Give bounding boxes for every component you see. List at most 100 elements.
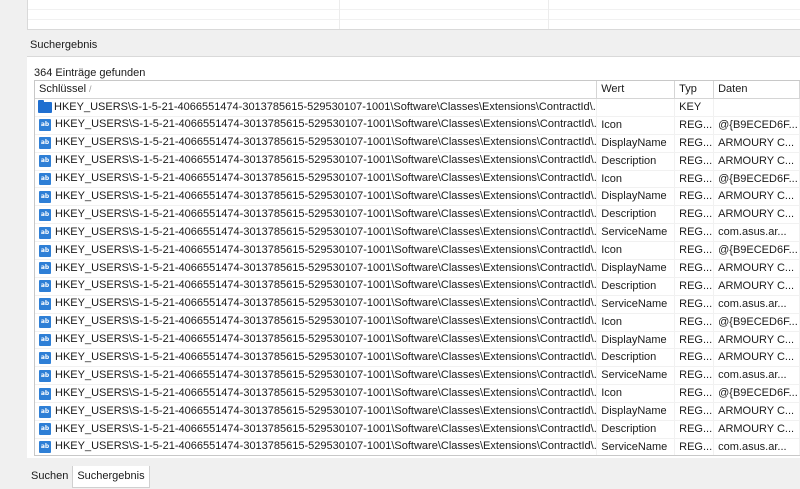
cell-type: REG... [675, 224, 715, 242]
key-path: HKEY_USERS\S-1-5-21-4066551474-301378561… [55, 136, 598, 149]
column-header-type[interactable]: Typ [675, 81, 715, 99]
cell-data: @{B9ECED6F... [714, 385, 800, 403]
cell-value: Description [597, 421, 676, 438]
cell-key: ab HKEY_USERS\S-1-5-21-4066551474-3013785… [35, 260, 598, 277]
registry-value-icon: ab [39, 226, 51, 239]
key-path: HKEY_USERS\S-1-5-21-4066551474-301378561… [55, 422, 598, 435]
table-row[interactable]: ab HKEY_USERS\S-1-5-21-4066551474-3013785… [35, 116, 800, 135]
table-row[interactable]: ab HKEY_USERS\S-1-5-21-4066551474-3013785… [35, 134, 800, 153]
cell-key: ab HKEY_USERS\S-1-5-21-4066551474-3013785… [35, 224, 598, 242]
table-header: Schlüssel / Wert Typ Daten [35, 81, 800, 99]
left-panel-edge [0, 0, 27, 489]
table-row[interactable]: ab HKEY_USERS\S-1-5-21-4066551474-3013785… [35, 188, 800, 207]
cell-value: ServiceName [597, 295, 676, 313]
table-row[interactable]: ab HKEY_USERS\S-1-5-21-4066551474-3013785… [35, 421, 800, 439]
cell-value: Description [597, 152, 676, 170]
cell-value: ServiceName [597, 367, 676, 385]
grid-column-line [339, 0, 340, 29]
cell-type: REG... [675, 170, 715, 188]
cell-key: ab HKEY_USERS\S-1-5-21-4066551474-3013785… [35, 295, 598, 313]
table-row[interactable]: ab HKEY_USERS\S-1-5-21-4066551474-3013785… [35, 438, 800, 455]
key-path: HKEY_USERS\S-1-5-21-4066551474-301378561… [55, 440, 598, 453]
key-path: HKEY_USERS\S-1-5-21-4066551474-301378561… [55, 172, 598, 185]
registry-value-icon: ab [39, 316, 51, 329]
table-row[interactable]: ab HKEY_USERS\S-1-5-21-4066551474-3013785… [35, 260, 800, 278]
key-path: HKEY_USERS\S-1-5-21-4066551474-301378561… [55, 315, 598, 328]
cell-key: ab HKEY_USERS\S-1-5-21-4066551474-3013785… [35, 403, 598, 421]
cell-type: REG... [675, 277, 715, 295]
cell-key: ab HKEY_USERS\S-1-5-21-4066551474-3013785… [35, 349, 598, 367]
cell-key: ab HKEY_USERS\S-1-5-21-4066551474-3013785… [35, 313, 598, 331]
table-row[interactable]: ab HKEY_USERS\S-1-5-21-4066551474-3013785… [35, 295, 800, 314]
registry-value-icon: ab [39, 119, 51, 132]
grid-column-line [548, 0, 549, 29]
key-path: HKEY_USERS\S-1-5-21-4066551474-301378561… [55, 368, 598, 381]
sort-indicator-icon: / [89, 84, 92, 94]
cell-value: DisplayName [597, 260, 676, 277]
cell-type: REG... [675, 242, 715, 260]
cell-data: com.asus.ar... [714, 224, 800, 242]
cell-type: REG... [675, 349, 715, 367]
table-row[interactable]: ab HKEY_USERS\S-1-5-21-4066551474-3013785… [35, 152, 800, 171]
cell-value: Icon [597, 313, 676, 331]
key-path: HKEY_USERS\S-1-5-21-4066551474-301378561… [55, 350, 598, 363]
registry-value-icon: ab [39, 262, 51, 275]
table-row[interactable]: ab HKEY_USERS\S-1-5-21-4066551474-3013785… [35, 224, 800, 243]
cell-key: HKEY_USERS\S-1-5-21-4066551474-301378561… [35, 99, 598, 116]
cell-type: REG... [675, 438, 715, 455]
column-header-data[interactable]: Daten [714, 81, 800, 99]
cell-value: DisplayName [597, 134, 676, 152]
cell-key: ab HKEY_USERS\S-1-5-21-4066551474-3013785… [35, 438, 598, 455]
registry-value-icon: ab [39, 173, 51, 185]
cell-data: @{B9ECED6F... [714, 242, 800, 260]
table-row[interactable]: ab HKEY_USERS\S-1-5-21-4066551474-3013785… [35, 170, 800, 189]
cell-data: ARMOURY C... [714, 260, 800, 277]
key-path: HKEY_USERS\S-1-5-21-4066551474-301378561… [55, 118, 598, 131]
cell-type: REG... [675, 313, 715, 331]
cell-data: ARMOURY C... [714, 403, 800, 421]
table-row[interactable]: ab HKEY_USERS\S-1-5-21-4066551474-3013785… [35, 367, 800, 386]
column-header-value[interactable]: Wert [597, 81, 676, 99]
registry-value-icon: ab [39, 351, 51, 364]
cell-data: ARMOURY C... [714, 349, 800, 367]
cell-data: @{B9ECED6F... [714, 116, 800, 134]
key-path: HKEY_USERS\S-1-5-21-4066551474-301378561… [55, 243, 598, 256]
cell-type: REG... [675, 421, 715, 438]
key-path: HKEY_USERS\S-1-5-21-4066551474-301378561… [55, 404, 598, 417]
cell-data: ARMOURY C... [714, 134, 800, 152]
cell-data: ARMOURY C... [714, 277, 800, 295]
table-row[interactable]: ab HKEY_USERS\S-1-5-21-4066551474-3013785… [35, 277, 800, 296]
registry-value-icon: ab [39, 369, 51, 382]
results-table[interactable]: Schlüssel / Wert Typ Daten HKEY_USERS\S-… [34, 80, 800, 456]
registry-value-icon: ab [39, 244, 51, 257]
cell-data [714, 99, 800, 116]
cell-data: @{B9ECED6F... [714, 313, 800, 331]
table-row[interactable]: ab HKEY_USERS\S-1-5-21-4066551474-3013785… [35, 349, 800, 368]
cell-key: ab HKEY_USERS\S-1-5-21-4066551474-3013785… [35, 385, 598, 403]
table-row[interactable]: ab HKEY_USERS\S-1-5-21-4066551474-3013785… [35, 331, 800, 350]
table-row[interactable]: ab HKEY_USERS\S-1-5-21-4066551474-3013785… [35, 313, 800, 332]
table-row[interactable]: ab HKEY_USERS\S-1-5-21-4066551474-3013785… [35, 206, 800, 225]
table-row[interactable]: ab HKEY_USERS\S-1-5-21-4066551474-3013785… [35, 403, 800, 422]
cell-key: ab HKEY_USERS\S-1-5-21-4066551474-3013785… [35, 421, 598, 438]
tab-search[interactable]: Suchen [27, 466, 72, 486]
cell-type: REG... [675, 116, 715, 134]
cell-value: Icon [597, 385, 676, 403]
table-row[interactable]: ab HKEY_USERS\S-1-5-21-4066551474-3013785… [35, 242, 800, 261]
key-path: HKEY_USERS\S-1-5-21-4066551474-301378561… [55, 297, 598, 310]
cell-key: ab HKEY_USERS\S-1-5-21-4066551474-3013785… [35, 331, 598, 349]
column-header-key[interactable]: Schlüssel / [35, 81, 598, 99]
cell-value: ServiceName [597, 438, 676, 455]
table-row[interactable]: ab HKEY_USERS\S-1-5-21-4066551474-3013785… [35, 385, 800, 404]
table-row[interactable]: HKEY_USERS\S-1-5-21-4066551474-301378561… [35, 99, 800, 117]
key-path: HKEY_USERS\S-1-5-21-4066551474-301378561… [55, 189, 598, 202]
cell-value: Icon [597, 242, 676, 260]
cell-type: REG... [675, 403, 715, 421]
cell-key: ab HKEY_USERS\S-1-5-21-4066551474-3013785… [35, 277, 598, 295]
cell-value: Description [597, 349, 676, 367]
cell-type: REG... [675, 260, 715, 277]
folder-icon [38, 99, 52, 113]
registry-value-icon: ab [39, 423, 51, 436]
tab-search-results[interactable]: Suchergebnis [72, 466, 150, 488]
cell-value: Description [597, 277, 676, 295]
